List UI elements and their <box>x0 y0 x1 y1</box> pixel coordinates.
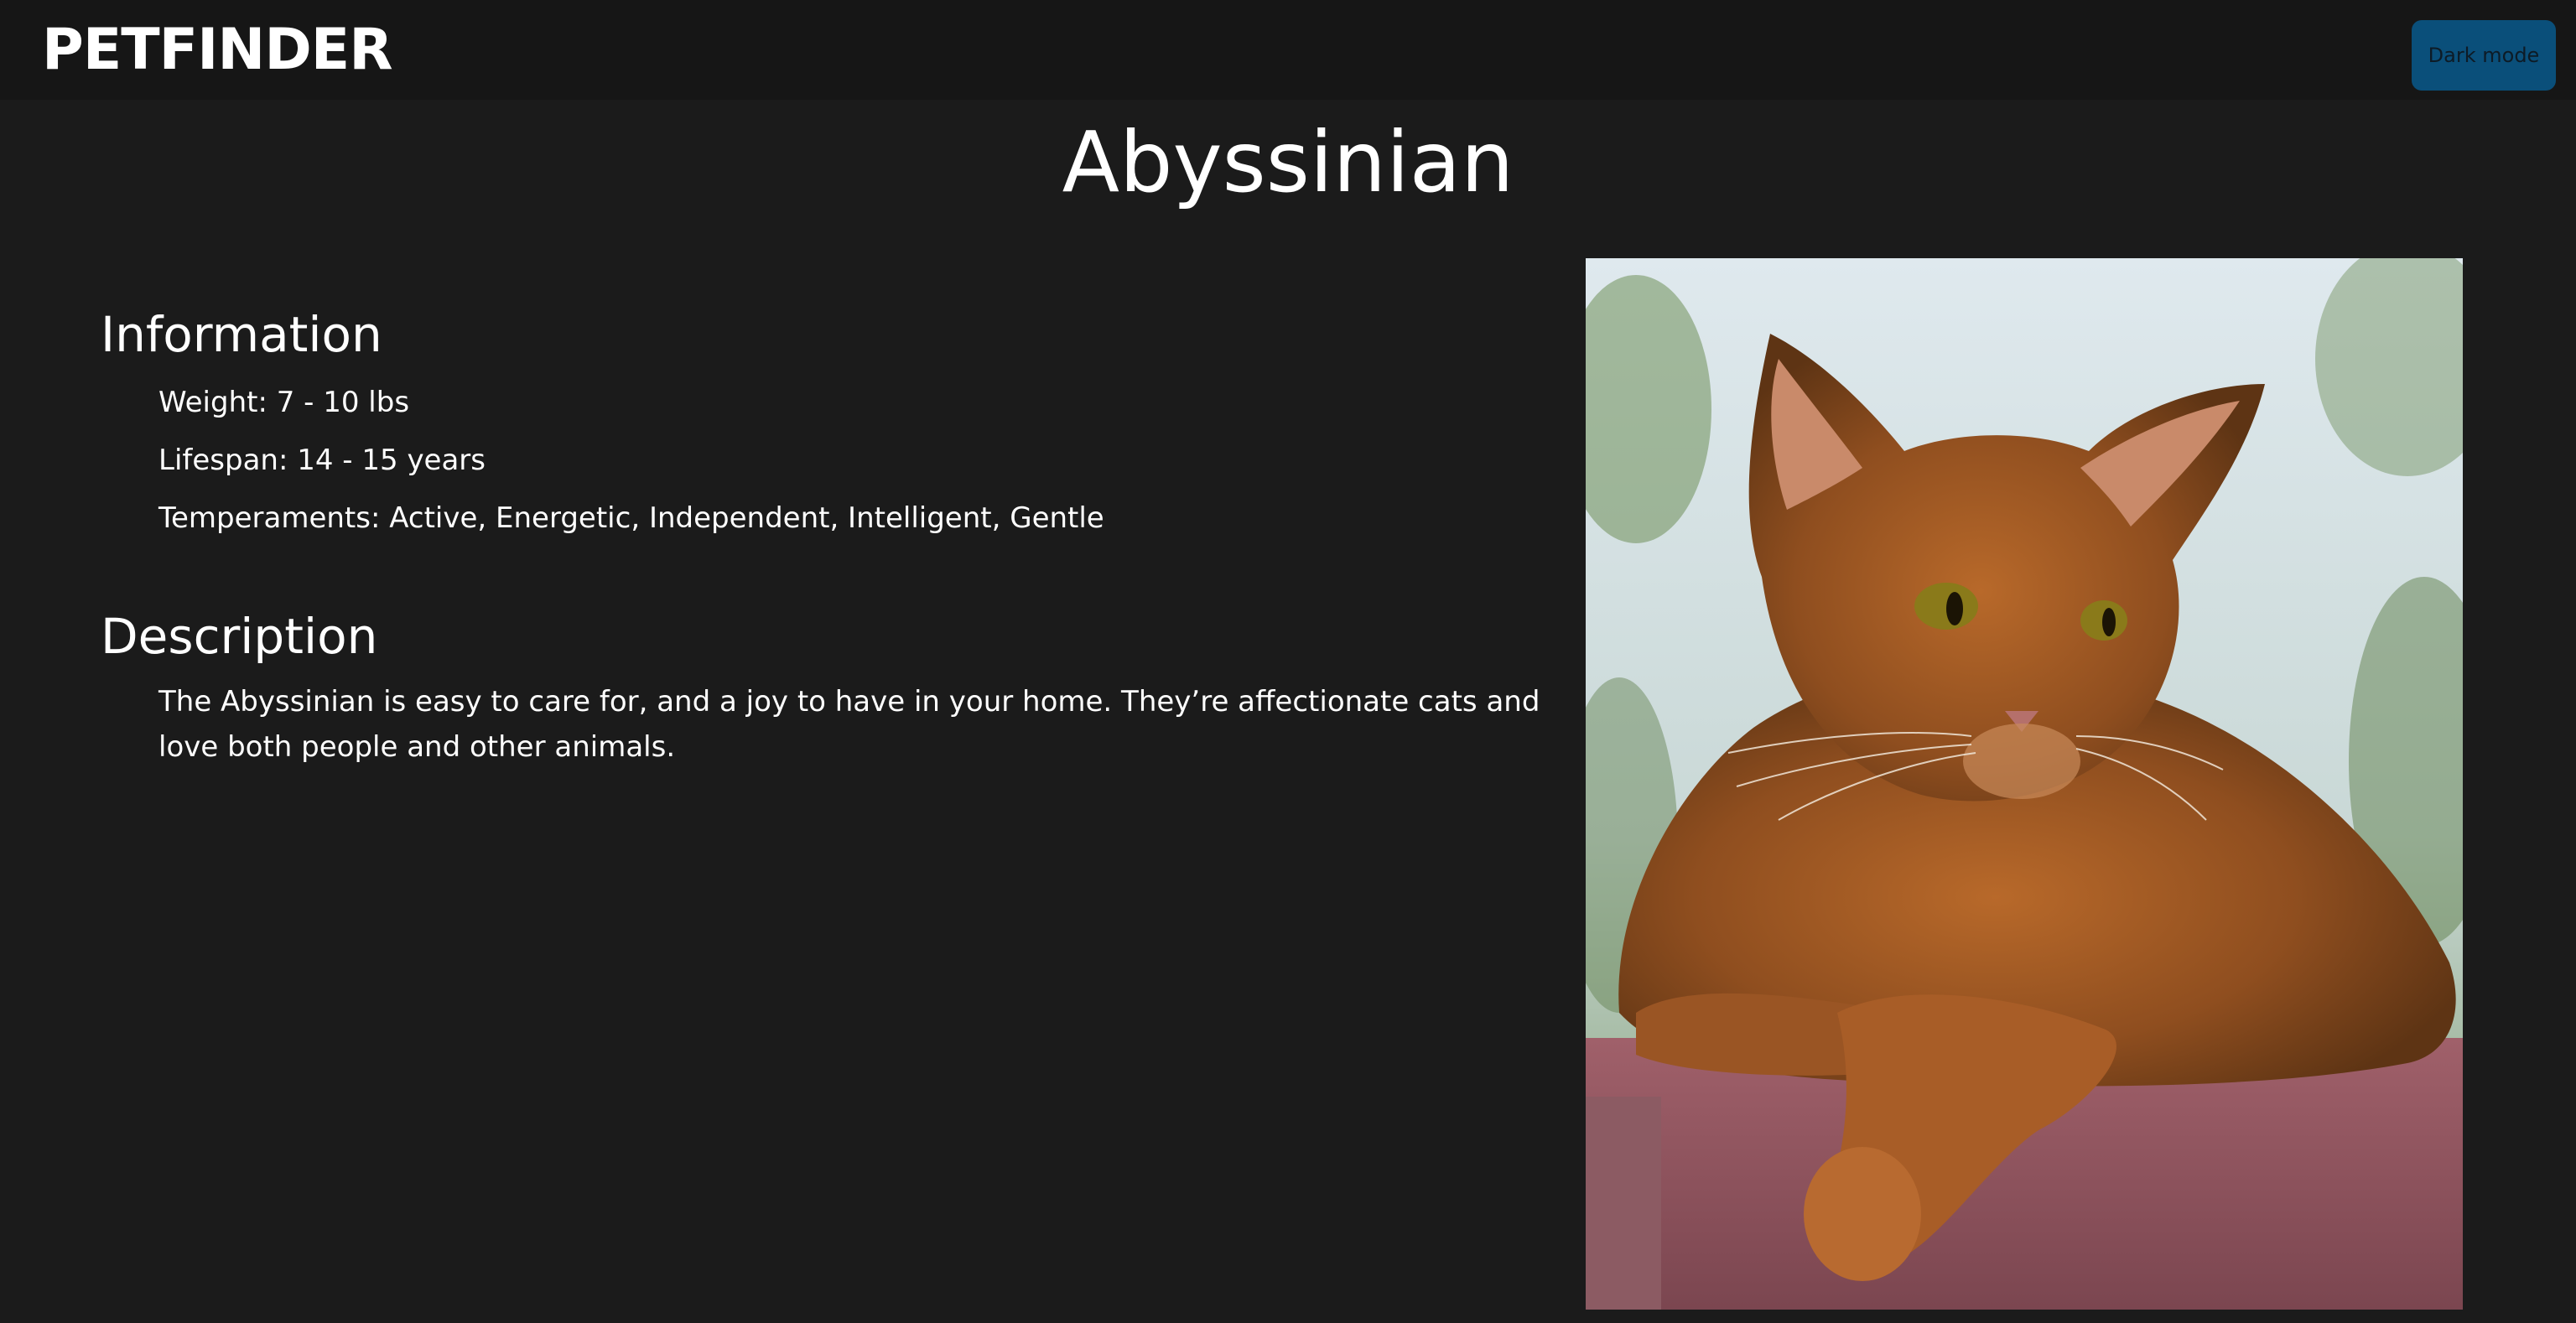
information-heading: Information <box>101 306 382 363</box>
petfinder-logo[interactable]: PETFINDER <box>42 18 393 82</box>
information-list: Weight: 7 - 10 lbs Lifespan: 14 - 15 yea… <box>158 381 1104 554</box>
description-heading: Description <box>101 608 378 665</box>
breed-page: PETFINDER Dark mode Abyssinian Informati… <box>0 0 2576 1323</box>
description-text: The Abyssinian is easy to care for, and … <box>158 685 1540 764</box>
weight-item: Weight: 7 - 10 lbs <box>158 386 410 419</box>
lifespan-item: Lifespan: 14 - 15 years <box>158 444 486 477</box>
page-title: Abyssinian <box>1062 113 1514 211</box>
temperaments-item: Temperaments: Active, Energetic, Indepen… <box>158 501 1104 535</box>
dark-mode-button[interactable]: Dark mode <box>2412 20 2556 91</box>
cat-photo-illustration <box>1586 258 2463 1310</box>
navbar: PETFINDER Dark mode <box>0 0 2576 100</box>
breed-photo <box>1586 258 2463 1310</box>
